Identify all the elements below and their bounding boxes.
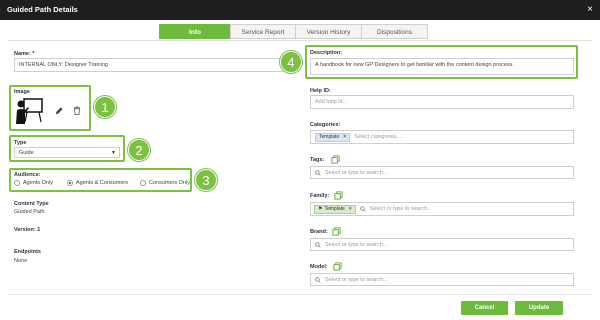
categories-multiselect[interactable]: Template × Select categories...: [310, 130, 574, 144]
callout-badge-2: 2: [128, 139, 150, 161]
cancel-button[interactable]: Cancel: [461, 301, 508, 315]
callout-badge-4: 4: [280, 51, 302, 73]
callout-box-audience: [9, 168, 192, 192]
tags-label: Tags:: [310, 157, 325, 163]
family-label: Family:: [310, 193, 330, 199]
family-placeholder: Select or type to search...: [369, 206, 433, 212]
tab-dispositions[interactable]: Dispositions: [361, 24, 428, 39]
help-id-input[interactable]: Add help id...: [310, 95, 574, 109]
update-button[interactable]: Update: [515, 301, 563, 315]
content-type-label: Content Type: [14, 201, 49, 207]
tab-info[interactable]: Info: [159, 24, 231, 39]
family-multiselect[interactable]: ⚑ Template × Select or type to search...: [310, 202, 574, 216]
brand-placeholder: Select or type to search...: [325, 241, 388, 248]
version-label: Version: 1: [14, 227, 41, 233]
name-field[interactable]: INTERNAL ONLY: Designer Training: [14, 58, 289, 72]
close-icon[interactable]: ×: [587, 0, 593, 20]
window-title: Guided Path Details: [7, 5, 78, 14]
category-chip-label: Template: [319, 134, 340, 140]
callout-box-image: [9, 85, 91, 131]
tags-placeholder: Select or type to search...: [325, 169, 388, 176]
search-icon: [315, 276, 321, 283]
content-type-value: Guided Path: [14, 209, 45, 215]
search-icon: [315, 241, 321, 248]
tags-search-input[interactable]: Select or type to search...: [310, 166, 574, 179]
model-search-input[interactable]: Select or type to search...: [310, 273, 574, 286]
copy-icon[interactable]: [331, 155, 340, 164]
categories-placeholder: Select categories...: [354, 134, 401, 140]
model-label: Model:: [310, 264, 328, 270]
name-label: Name: *: [14, 51, 35, 57]
categories-label: Categories:: [310, 122, 341, 128]
family-chip[interactable]: ⚑ Template ×: [314, 204, 356, 214]
tab-divider: [8, 40, 592, 41]
window-titlebar: Guided Path Details ×: [0, 0, 600, 20]
copy-icon[interactable]: [333, 262, 342, 271]
endpoints-value: None: [14, 258, 28, 264]
help-id-label: Help ID:: [310, 88, 331, 94]
copy-icon[interactable]: [332, 227, 341, 236]
close-icon[interactable]: ×: [343, 134, 346, 140]
model-placeholder: Select or type to search...: [325, 276, 388, 283]
brand-label: Brand:: [310, 229, 328, 235]
tab-version-history[interactable]: Version History: [295, 24, 362, 39]
copy-icon[interactable]: [334, 191, 343, 200]
callout-badge-1: 1: [94, 96, 116, 118]
close-icon[interactable]: ×: [349, 206, 352, 212]
endpoints-label: Endpoints: [14, 249, 41, 255]
brand-search-input[interactable]: Select or type to search...: [310, 238, 574, 251]
tab-bar: Info Service Report Version History Disp…: [159, 24, 428, 39]
callout-badge-3: 3: [195, 169, 217, 191]
tab-service-report[interactable]: Service Report: [230, 24, 296, 39]
tag-icon: ⚑: [318, 206, 323, 212]
callout-box-type: [9, 135, 125, 162]
search-icon: [315, 169, 321, 176]
footer-divider: [8, 294, 592, 295]
callout-box-description: [305, 45, 578, 79]
category-chip[interactable]: Template ×: [315, 132, 351, 142]
family-chip-label: Template: [324, 206, 345, 212]
search-icon: [359, 206, 366, 212]
